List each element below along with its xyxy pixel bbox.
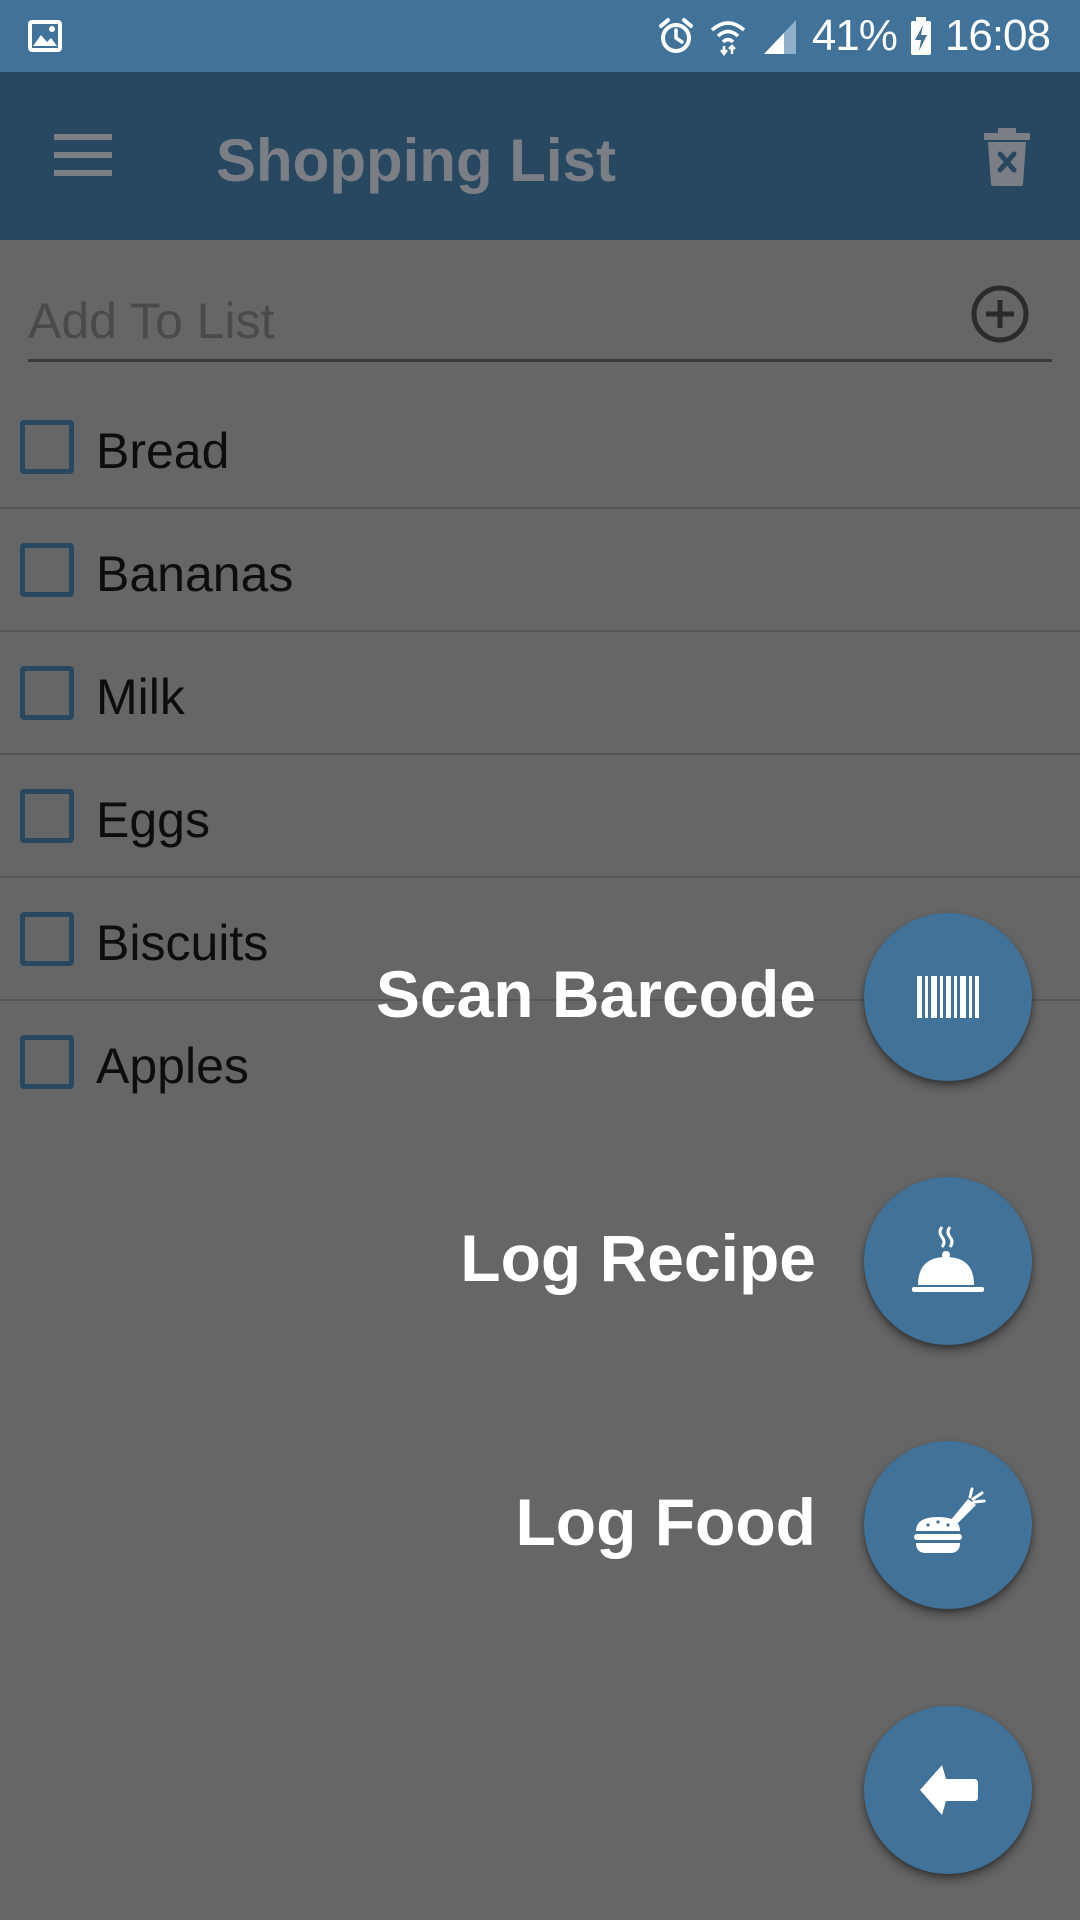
- clock: 16:08: [944, 11, 1051, 60]
- back-arrow-icon: [920, 1765, 978, 1815]
- alarm-icon: [658, 18, 693, 53]
- item-checkbox[interactable]: [20, 543, 74, 597]
- food-icon: [914, 1487, 986, 1553]
- add-to-list-row: [28, 280, 1052, 362]
- screen: 41% 16:08 Shopping List Add To List Brea…: [0, 0, 1080, 1920]
- add-circle-icon[interactable]: [970, 284, 1030, 344]
- item-checkbox[interactable]: [20, 1035, 74, 1089]
- barcode-icon: [917, 976, 979, 1018]
- item-checkbox[interactable]: [20, 666, 74, 720]
- battery-percentage: 41%: [811, 11, 898, 60]
- item-label: Bread: [96, 423, 230, 479]
- add-to-list-input[interactable]: [28, 290, 928, 352]
- item-label: Eggs: [96, 792, 210, 848]
- list-item[interactable]: Bread: [0, 386, 1080, 509]
- wifi-icon: [710, 21, 745, 56]
- log-recipe-button[interactable]: [864, 1177, 1032, 1345]
- battery-charging-icon: [910, 17, 931, 55]
- cloche-icon: [912, 1226, 984, 1292]
- main-fab-back-button[interactable]: [864, 1706, 1032, 1874]
- log-food-button[interactable]: [864, 1441, 1032, 1609]
- log-food-label[interactable]: Log Food: [515, 1484, 816, 1560]
- signal-icon: [763, 20, 796, 54]
- list-item[interactable]: Eggs: [0, 755, 1080, 878]
- item-label: Biscuits: [96, 915, 269, 971]
- item-checkbox[interactable]: [20, 789, 74, 843]
- list-item[interactable]: Bananas: [0, 509, 1080, 632]
- hamburger-menu-icon[interactable]: [54, 132, 112, 178]
- item-label: Milk: [96, 669, 185, 725]
- item-label: Bananas: [96, 546, 294, 602]
- status-icons: 41% 16:08: [656, 0, 1051, 72]
- status-bar: 41% 16:08: [0, 0, 1080, 72]
- item-label: Apples: [96, 1038, 249, 1094]
- app-bar: Shopping List: [0, 72, 1080, 240]
- page-title: Shopping List: [216, 127, 616, 194]
- log-recipe-label[interactable]: Log Recipe: [460, 1220, 816, 1296]
- item-checkbox[interactable]: [20, 420, 74, 474]
- scan-barcode-label[interactable]: Scan Barcode: [376, 956, 816, 1032]
- gallery-icon: [28, 20, 62, 52]
- list-item[interactable]: Milk: [0, 632, 1080, 755]
- scan-barcode-button[interactable]: [864, 913, 1032, 1081]
- delete-list-icon[interactable]: [984, 128, 1030, 186]
- item-checkbox[interactable]: [20, 912, 74, 966]
